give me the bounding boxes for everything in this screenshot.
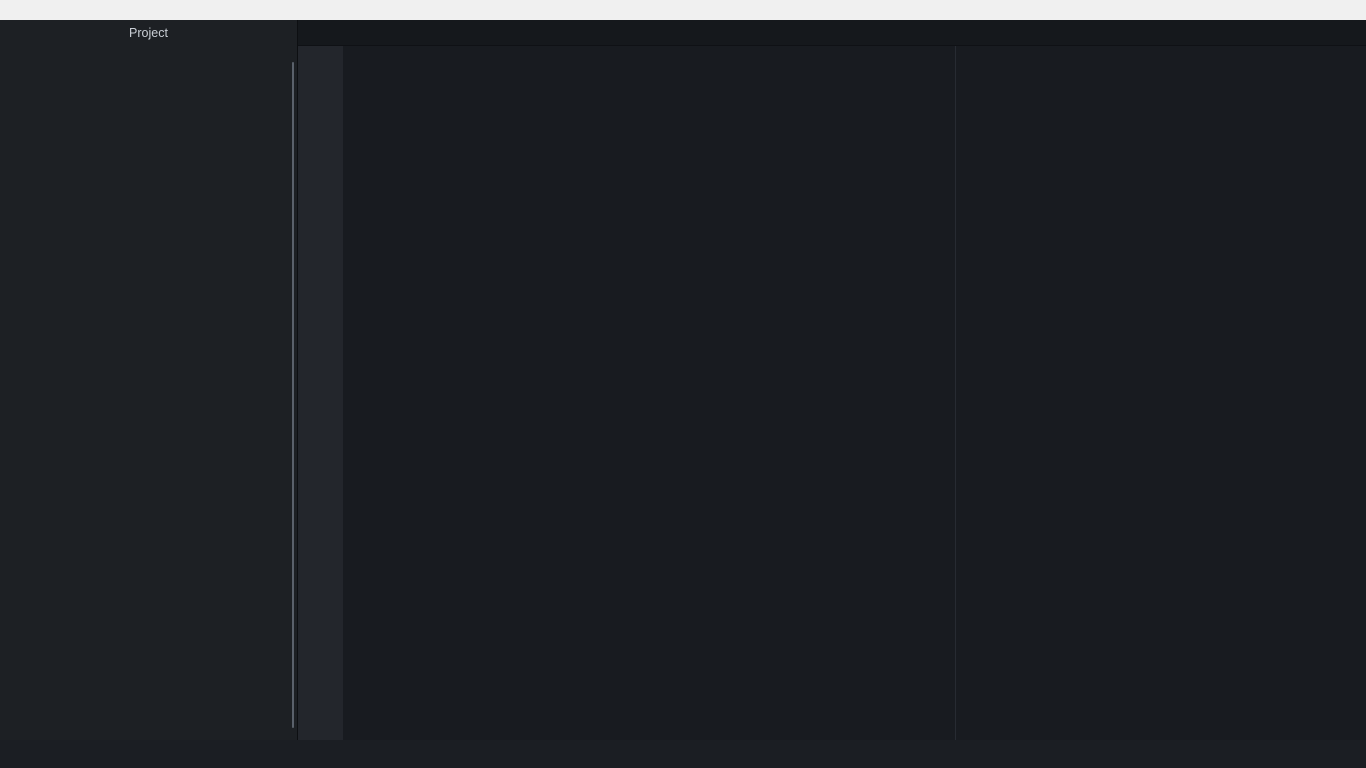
sidebar-scrollbar[interactable] (292, 62, 294, 728)
project-panel-title: Project (0, 20, 297, 46)
wrap-guide (955, 46, 956, 740)
main-area: Project (0, 20, 1366, 740)
status-bar (0, 740, 1366, 768)
gutter (298, 46, 343, 740)
menubar (0, 0, 1366, 20)
editor-column (298, 20, 1366, 740)
editor[interactable] (298, 46, 1366, 740)
project-panel: Project (0, 20, 298, 740)
tab-bar (298, 20, 1366, 46)
code-pane[interactable] (343, 46, 1366, 740)
